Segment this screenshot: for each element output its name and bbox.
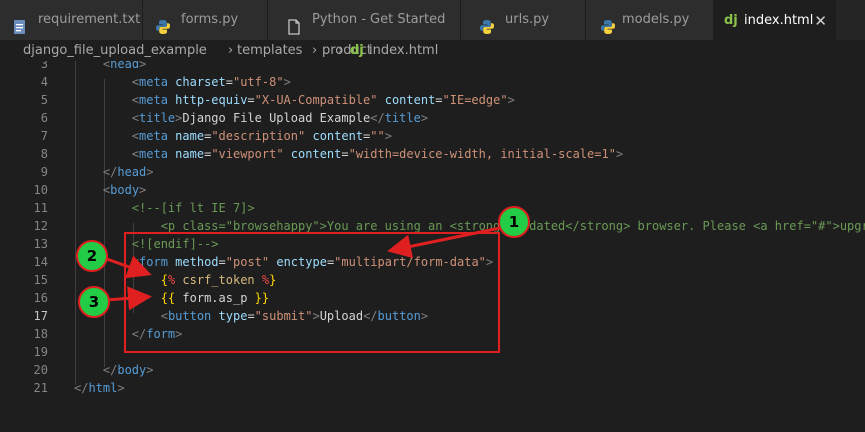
- annotation-arrows: [103, 226, 501, 311]
- annotation-badge-1: 1: [498, 206, 530, 238]
- arrow-3: [105, 286, 152, 311]
- arrow-1: [387, 226, 501, 259]
- arrow-2: [103, 255, 152, 279]
- annotation-badge-2: 2: [76, 240, 108, 272]
- annotation-badge-3: 3: [78, 286, 110, 318]
